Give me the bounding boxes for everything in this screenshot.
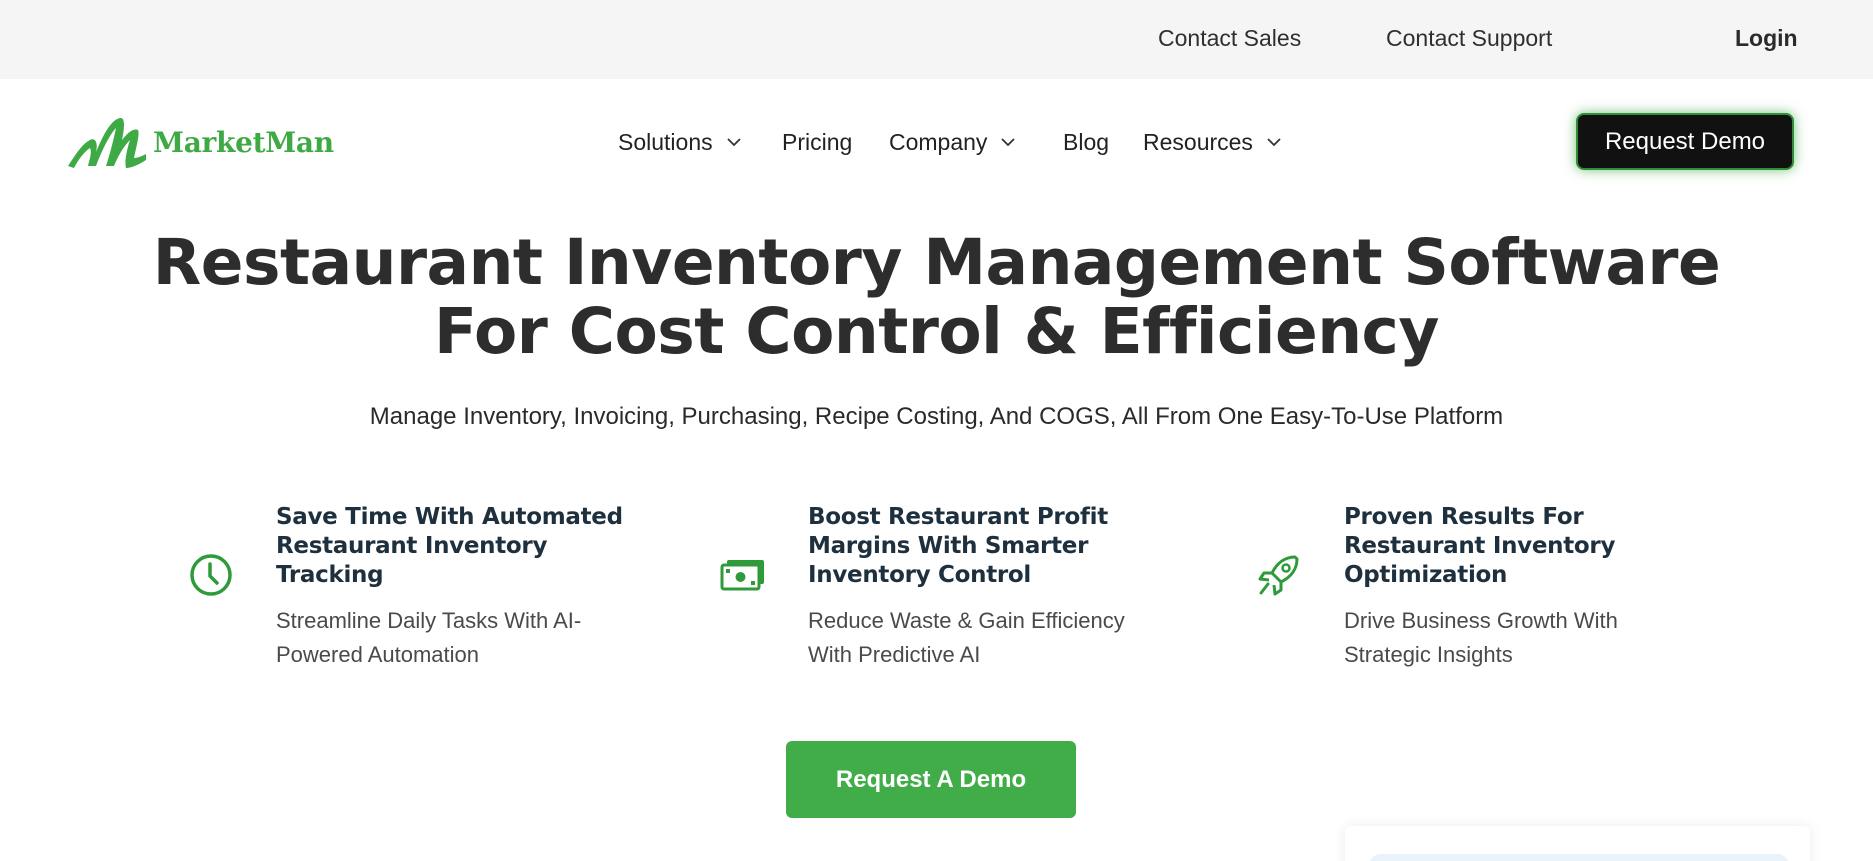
page-title: Restaurant Inventory Management Software…	[0, 228, 1873, 366]
feature-title: Boost Restaurant Profit Margins With Sma…	[808, 504, 1108, 588]
page-title-line-2: For Cost Control & Efficiency	[434, 295, 1439, 368]
page-subtitle: Manage Inventory, Invoicing, Purchasing,…	[369, 403, 1504, 430]
feature-description: Reduce Waste & Gain Efficiency With Pred…	[808, 608, 1125, 667]
money-icon	[720, 560, 764, 591]
main-navigation: MarketMan Solutions Pricing Company Blog…	[0, 79, 1873, 203]
nav-item-company[interactable]: Company	[889, 127, 1016, 157]
login-link[interactable]: Login	[1735, 24, 1798, 52]
request-a-demo-button[interactable]: Request A Demo	[786, 741, 1076, 818]
chevron-down-icon	[1001, 138, 1016, 147]
preview-card-bar	[1369, 854, 1789, 861]
logo-wordmark: MarketMan	[153, 125, 334, 159]
clock-icon	[190, 554, 232, 596]
page-title-line-1: Restaurant Inventory Management Software	[152, 226, 1721, 299]
nav-item-blog[interactable]: Blog	[1063, 127, 1109, 157]
feature-title: Proven Results For Restaurant Inventory …	[1344, 504, 1616, 588]
feature-description: Streamline Daily Tasks With AI-Powered A…	[276, 608, 582, 667]
contact-sales-link[interactable]: Contact Sales	[1158, 24, 1301, 52]
nav-item-label: Company	[889, 129, 988, 155]
request-demo-button[interactable]: Request Demo	[1576, 113, 1794, 170]
top-utility-bar: Contact Sales Contact Support Login	[0, 0, 1873, 79]
nav-item-label: Blog	[1063, 129, 1110, 155]
chevron-down-icon	[726, 138, 741, 147]
nav-item-label: Pricing	[782, 129, 853, 155]
contact-support-link[interactable]: Contact Support	[1386, 24, 1552, 52]
marketman-m-logo-icon	[68, 117, 146, 168]
chevron-down-icon	[1267, 138, 1281, 147]
logo[interactable]: MarketMan	[66, 114, 336, 170]
feature-title: Save Time With Automated Restaurant Inve…	[276, 504, 623, 588]
nav-item-label: Resources	[1143, 129, 1253, 155]
nav-item-pricing[interactable]: Pricing	[782, 127, 852, 157]
rocket-icon	[1258, 555, 1299, 596]
preview-card	[1345, 826, 1810, 861]
feature-description: Drive Business Growth With Strategic Ins…	[1344, 608, 1618, 667]
nav-item-resources[interactable]: Resources	[1143, 127, 1281, 157]
nav-item-solutions[interactable]: Solutions	[618, 127, 741, 157]
nav-item-label: Solutions	[618, 129, 713, 155]
